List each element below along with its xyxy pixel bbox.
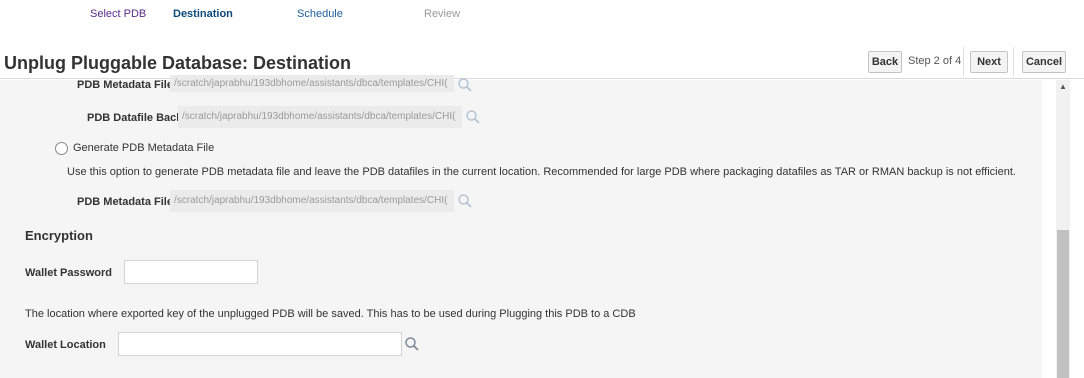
wallet-password-input[interactable] [124, 260, 258, 284]
cancel-button[interactable]: Cancel [1022, 51, 1066, 73]
train-navigation: Select PDB Destination Schedule Review [0, 0, 1084, 40]
step-indicator: Step 2 of 4 [908, 55, 962, 67]
scroll-up-arrow-icon[interactable]: ▲ [1057, 80, 1069, 94]
page-header: Unplug Pluggable Database: Destination B… [0, 45, 1084, 79]
train-step-schedule[interactable]: Schedule [297, 8, 343, 20]
generate-pdb-metadata-file-input[interactable]: /scratch/japrabhu/193dbhome/assistants/d… [170, 190, 454, 212]
generate-metadata-option-label[interactable]: Generate PDB Metadata File [73, 142, 214, 154]
train-step-review: Review [424, 8, 461, 20]
pdb-metadata-file-label: PDB Metadata File [77, 79, 173, 91]
scrollbar-thumb[interactable] [1057, 230, 1069, 378]
wallet-password-label: Wallet Password [25, 267, 113, 279]
generate-metadata-radio[interactable] [55, 142, 68, 155]
search-icon[interactable] [465, 109, 481, 125]
header-divider [963, 47, 964, 77]
train-step-destination: Destination [173, 8, 233, 20]
encryption-section-title: Encryption [25, 228, 93, 243]
pdb-metadata-file-input[interactable]: /scratch/japrabhu/193dbhome/assistants/d… [170, 75, 454, 92]
train-step-select-pdb[interactable]: Select PDB [90, 8, 146, 20]
generate-metadata-description: Use this option to generate PDB metadata… [67, 166, 1016, 178]
search-icon[interactable] [404, 336, 420, 352]
page-title: Unplug Pluggable Database: Destination [4, 53, 352, 73]
wallet-location-label: Wallet Location [25, 339, 106, 351]
search-icon[interactable] [457, 193, 473, 209]
generate-pdb-metadata-file-label: PDB Metadata File [77, 196, 173, 208]
wallet-location-input[interactable] [118, 332, 402, 356]
next-button[interactable]: Next [970, 51, 1008, 73]
wallet-location-note: The location where exported key of the u… [25, 308, 636, 320]
header-divider [1013, 47, 1014, 77]
back-button[interactable]: Back [868, 51, 902, 73]
search-icon[interactable] [457, 77, 473, 93]
pdb-datafile-backup-input[interactable]: /scratch/japrabhu/193dbhome/assistants/d… [178, 106, 462, 128]
